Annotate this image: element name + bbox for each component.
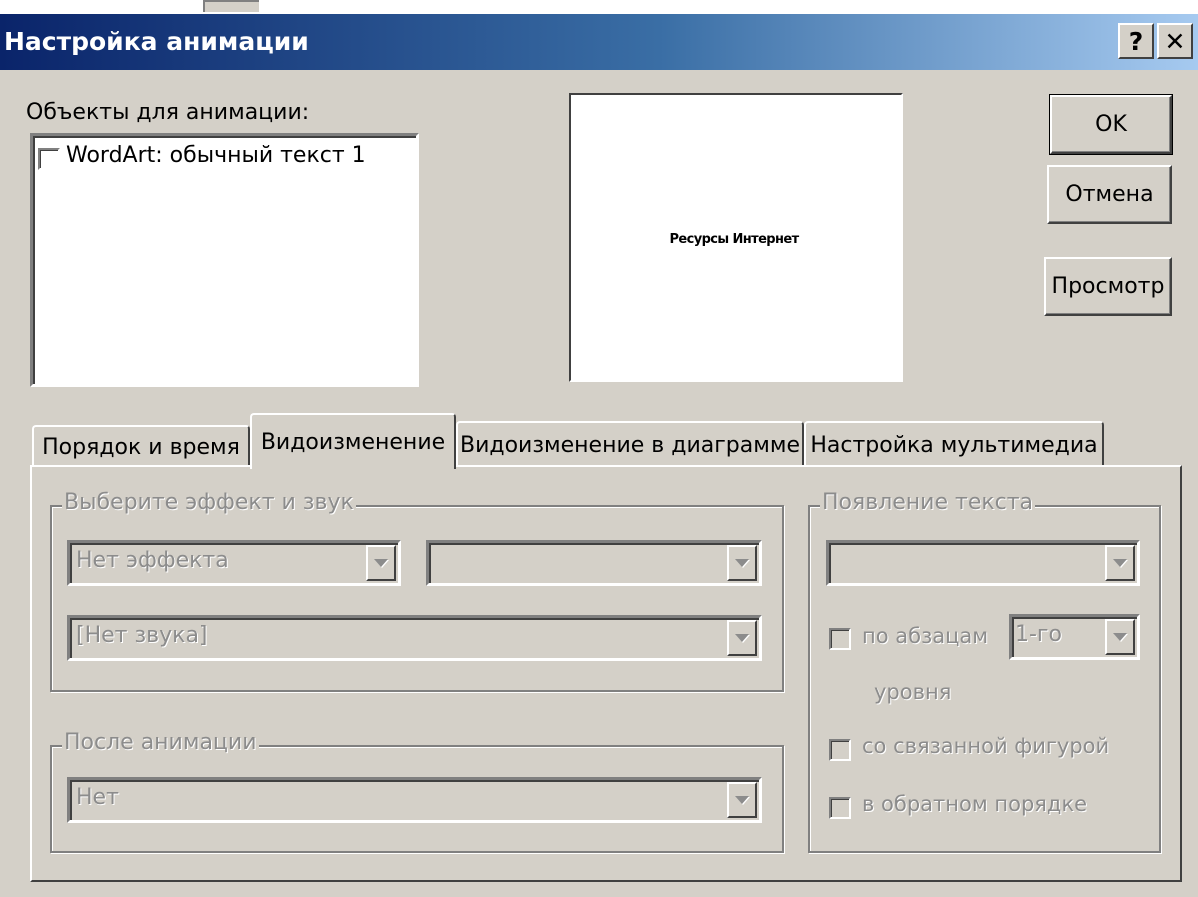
text-appearance-select[interactable] xyxy=(826,540,1140,586)
tab-multimedia-settings[interactable]: Настройка мультимедиа xyxy=(804,421,1104,467)
reverse-order-label: в обратном порядке xyxy=(862,792,1088,816)
object-checkbox[interactable] xyxy=(38,148,60,170)
direction-select[interactable] xyxy=(426,540,762,586)
by-paragraphs-checkbox[interactable] xyxy=(829,628,851,650)
by-paragraphs-label: по абзацам xyxy=(862,624,989,648)
objects-label: Объекты для анимации: xyxy=(26,100,310,125)
effect-select[interactable]: Нет эффекта xyxy=(67,540,401,586)
after-animation-select[interactable]: Нет xyxy=(67,777,762,823)
preview-wordart-text: Ресурсы Интернет xyxy=(669,232,799,247)
chevron-down-icon xyxy=(1113,559,1127,567)
chevron-down-icon xyxy=(374,559,388,567)
sound-dropdown-button[interactable] xyxy=(727,620,757,656)
chevron-down-icon xyxy=(735,559,749,567)
after-animation-dropdown-button[interactable] xyxy=(727,782,757,818)
dialog-title: Настройка анимации xyxy=(4,27,309,56)
close-button[interactable]: ✕ xyxy=(1157,23,1193,59)
background-window-fragment xyxy=(203,0,259,12)
objects-list[interactable] xyxy=(30,133,419,387)
tab-order-timing[interactable]: Порядок и время xyxy=(32,425,250,467)
chevron-down-icon xyxy=(1113,633,1127,641)
object-item-label[interactable]: WordArt: обычный текст 1 xyxy=(66,143,366,168)
text-appearance-dropdown-button[interactable] xyxy=(1105,545,1135,581)
reverse-order-checkbox[interactable] xyxy=(829,797,851,819)
paragraph-level-dropdown-button[interactable] xyxy=(1105,619,1135,655)
attached-shape-label: со связанной фигурой xyxy=(862,734,1110,758)
chevron-down-icon xyxy=(735,796,749,804)
after-animation-group-title: После анимации xyxy=(62,730,259,755)
attached-shape-checkbox[interactable] xyxy=(829,739,851,761)
after-animation-value: Нет xyxy=(76,785,119,810)
tab-chart-effects[interactable]: Видоизменение в диаграмме xyxy=(456,421,804,467)
ok-button[interactable]: OK xyxy=(1049,94,1173,155)
effect-sound-group xyxy=(50,505,784,692)
help-button[interactable]: ? xyxy=(1118,23,1154,59)
text-appearance-group-title: Появление текста xyxy=(820,490,1036,515)
tab-effects[interactable]: Видоизменение xyxy=(250,413,456,469)
direction-dropdown-button[interactable] xyxy=(727,545,757,581)
cancel-button[interactable]: Отмена xyxy=(1047,165,1172,224)
preview-button[interactable]: Просмотр xyxy=(1044,257,1172,316)
sound-select[interactable]: [Нет звука] xyxy=(67,615,762,661)
paragraph-level-select[interactable]: 1-го xyxy=(1009,614,1140,660)
sound-select-value: [Нет звука] xyxy=(76,623,208,648)
chevron-down-icon xyxy=(735,634,749,642)
paragraph-level-value: 1-го xyxy=(1015,622,1062,647)
effect-select-value: Нет эффекта xyxy=(76,548,229,573)
effect-sound-group-title: Выберите эффект и звук xyxy=(62,490,356,515)
paragraph-level-suffix: уровня xyxy=(874,680,952,704)
effect-dropdown-button[interactable] xyxy=(366,545,396,581)
